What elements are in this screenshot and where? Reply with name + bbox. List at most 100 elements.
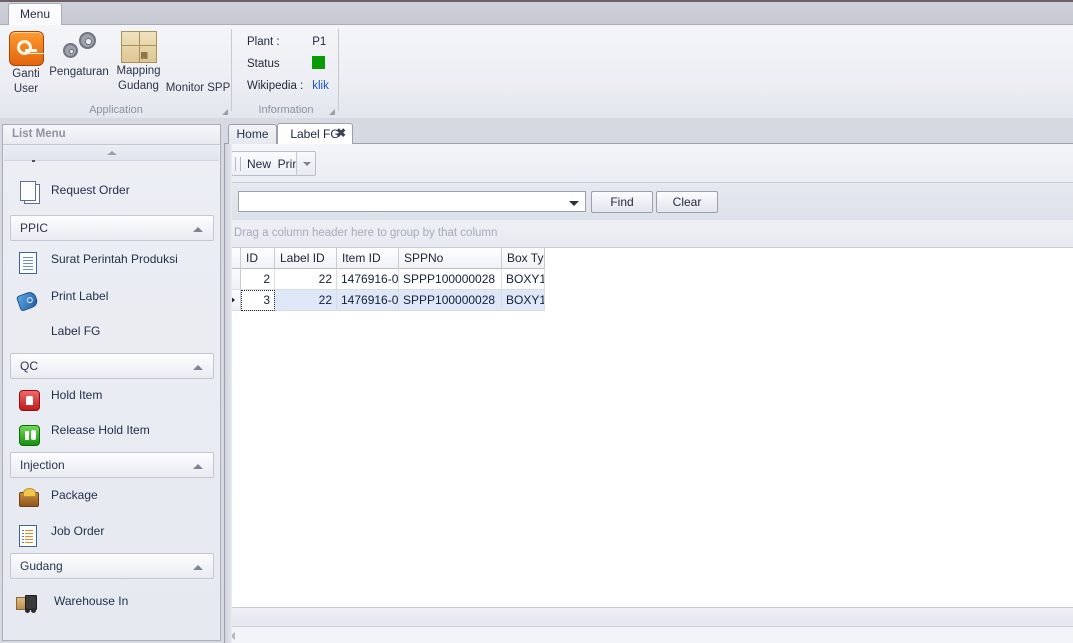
- sidebar-item-label: Release Hold Item: [51, 423, 150, 437]
- sidebar-caption: List Menu: [3, 125, 220, 145]
- info-row-plant: Plant : P1: [247, 31, 329, 53]
- status-badge: [312, 56, 326, 69]
- grid-header-box-type[interactable]: Box Type: [502, 248, 545, 269]
- sidebar-item-label-fg[interactable]: Label FG: [4, 316, 220, 350]
- ribbon-group-separator: [338, 29, 339, 111]
- status-key: Status: [247, 58, 280, 70]
- tab-label-fg[interactable]: Label FG ✖: [277, 123, 353, 145]
- group-by-panel[interactable]: Drag a column header here to group by th…: [225, 220, 1073, 248]
- sidebar-item-job-order[interactable]: Job Order: [4, 514, 220, 550]
- grid-header-label-id[interactable]: Label ID: [275, 248, 337, 269]
- sidebar-item-hold-item[interactable]: Hold Item: [4, 379, 220, 414]
- sidebar-group-label: Injection: [20, 458, 65, 472]
- ribbon-tab-strip: Menu: [0, 0, 1073, 26]
- tab-home[interactable]: Home: [228, 124, 277, 145]
- tag-icon: [15, 289, 42, 314]
- ribbon: Menu Ganti User Pengaturan Mapping Gudan…: [0, 0, 1073, 118]
- mapping-gudang-label-line2: Gudang: [118, 79, 159, 92]
- toolbar-grip-handle[interactable]: [235, 157, 241, 171]
- information-dialog-launcher-icon[interactable]: [329, 109, 335, 115]
- ribbon-button-monitor-spp[interactable]: Monitor SPP: [165, 80, 231, 95]
- grid-header-id[interactable]: ID: [241, 248, 275, 269]
- documents-icon: [16, 179, 42, 204]
- sidebar-item-release-hold-item[interactable]: Release Hold Item: [4, 414, 220, 449]
- application-dialog-launcher-icon[interactable]: [222, 109, 228, 115]
- warehouse-grid-icon: [120, 31, 157, 63]
- ribbon-group-application: Ganti User Pengaturan Mapping Gudang Mon…: [0, 25, 232, 118]
- sidebar-group-qc[interactable]: QC: [10, 353, 214, 379]
- data-grid: Drag a column header here to group by th…: [225, 220, 1073, 625]
- cell-box-type[interactable]: BOXY12.: [502, 269, 545, 290]
- sidebar-group-injection[interactable]: Injection: [10, 452, 214, 478]
- sidebar-scroll-up-button[interactable]: [4, 146, 219, 161]
- sidebar-group-label: QC: [20, 359, 38, 373]
- grid-header-sppno[interactable]: SPPNo: [399, 248, 502, 269]
- filter-bar: Find Clear: [225, 182, 1073, 220]
- cell-sppno[interactable]: SPPP100000028: [399, 269, 502, 290]
- info-row-wikipedia: Wikipedia : klik: [247, 75, 329, 97]
- cell-label-id[interactable]: 22: [275, 290, 337, 311]
- pengaturan-label: Pengaturan: [49, 66, 109, 78]
- cell-sppno[interactable]: SPPP100000028: [399, 290, 502, 311]
- thumbs-up-icon: [16, 423, 42, 448]
- horizontal-scrollbar[interactable]: [225, 626, 1073, 643]
- cell-item-id[interactable]: 1476916-03: [337, 290, 399, 311]
- sidebar-item-package[interactable]: Package: [4, 478, 220, 514]
- sidebar-item-warehouse-in[interactable]: Warehouse In: [4, 579, 220, 619]
- cell-box-type[interactable]: BOXY12.: [502, 290, 545, 311]
- table-row[interactable]: 3 22 1476916-03 SPPP100000028 BOXY12.: [225, 290, 545, 311]
- ribbon-button-pengaturan[interactable]: Pengaturan: [46, 31, 112, 79]
- forklift-icon: [14, 591, 40, 616]
- sidebar-item-label: Hold Item: [51, 388, 103, 402]
- cell-id[interactable]: 2: [241, 269, 275, 290]
- wikipedia-link[interactable]: klik: [312, 75, 329, 97]
- sidebar-scroll-area[interactable]: Request Order PPIC Surat Perintah Produk…: [4, 160, 220, 640]
- application-window: Menu Ganti User Pengaturan Mapping Gudan…: [0, 0, 1073, 643]
- ribbon-button-mapping-gudang[interactable]: Mapping Gudang: [112, 31, 165, 92]
- ribbon-tab-menu[interactable]: Menu: [8, 3, 62, 26]
- tab-label: Label FG: [290, 127, 340, 141]
- chevron-down-icon[interactable]: [569, 201, 579, 206]
- key-icon: [8, 31, 44, 66]
- ribbon-group-information: Plant : P1 Status Wikipedia : klik Infor…: [233, 25, 339, 118]
- cell-id[interactable]: 3: [241, 290, 275, 311]
- ganti-user-label-line1: Ganti: [12, 68, 40, 80]
- find-button[interactable]: Find: [591, 191, 653, 213]
- sidebar-group-ppic[interactable]: PPIC: [10, 215, 214, 241]
- sidebar-group-gudang[interactable]: Gudang: [10, 553, 214, 579]
- ribbon-group-label-information: Information: [258, 104, 314, 116]
- chevron-down-icon: [303, 162, 311, 166]
- info-row-status: Status: [247, 53, 329, 75]
- search-combobox[interactable]: [238, 191, 586, 212]
- sidebar-partial-item-above: [4, 160, 220, 170]
- ganti-user-label-line2: User: [13, 82, 39, 95]
- new-button[interactable]: New: [243, 156, 275, 173]
- sidebar-item-label: Print Label: [51, 289, 109, 303]
- sidebar-group-label: Gudang: [20, 559, 63, 573]
- wikipedia-key: Wikipedia :: [247, 80, 304, 92]
- sidebar-item-surat-perintah-produksi[interactable]: Surat Perintah Produksi: [4, 241, 220, 280]
- panel-splitter[interactable]: [225, 144, 232, 643]
- close-icon[interactable]: ✖: [336, 127, 346, 139]
- sidebar-item-print-label[interactable]: Print Label: [4, 280, 220, 316]
- sidebar-item-label: Package: [51, 488, 98, 502]
- grid-footer: [225, 607, 1073, 625]
- cell-label-id[interactable]: 22: [275, 269, 337, 290]
- ribbon-button-ganti-user[interactable]: Ganti User: [4, 31, 48, 95]
- clear-button[interactable]: Clear: [656, 191, 718, 213]
- table-row[interactable]: 2 22 1476916-03 SPPP100000028 BOXY12.: [225, 269, 545, 290]
- sidebar-item-label: Warehouse In: [54, 594, 129, 608]
- sidebar-item-label: Surat Perintah Produksi: [51, 252, 178, 266]
- main-content: Home Label FG ✖ New Print Find Clear Dra…: [224, 122, 1073, 643]
- monitor-spp-label: Monitor SPP: [165, 82, 231, 94]
- toolbar-overflow-button[interactable]: [296, 152, 315, 175]
- cell-item-id[interactable]: 1476916-03: [337, 269, 399, 290]
- plant-value: P1: [312, 36, 327, 48]
- sidebar: List Menu Request Order PPIC Surat Perin…: [2, 124, 221, 641]
- sidebar-item-request-order[interactable]: Request Order: [4, 170, 220, 212]
- chevron-up-icon: [193, 565, 203, 570]
- grid-header-item-id[interactable]: Item ID: [337, 248, 399, 269]
- toolbar: New Print: [231, 151, 316, 176]
- stop-hand-icon: [16, 388, 42, 413]
- gears-icon: [61, 31, 97, 64]
